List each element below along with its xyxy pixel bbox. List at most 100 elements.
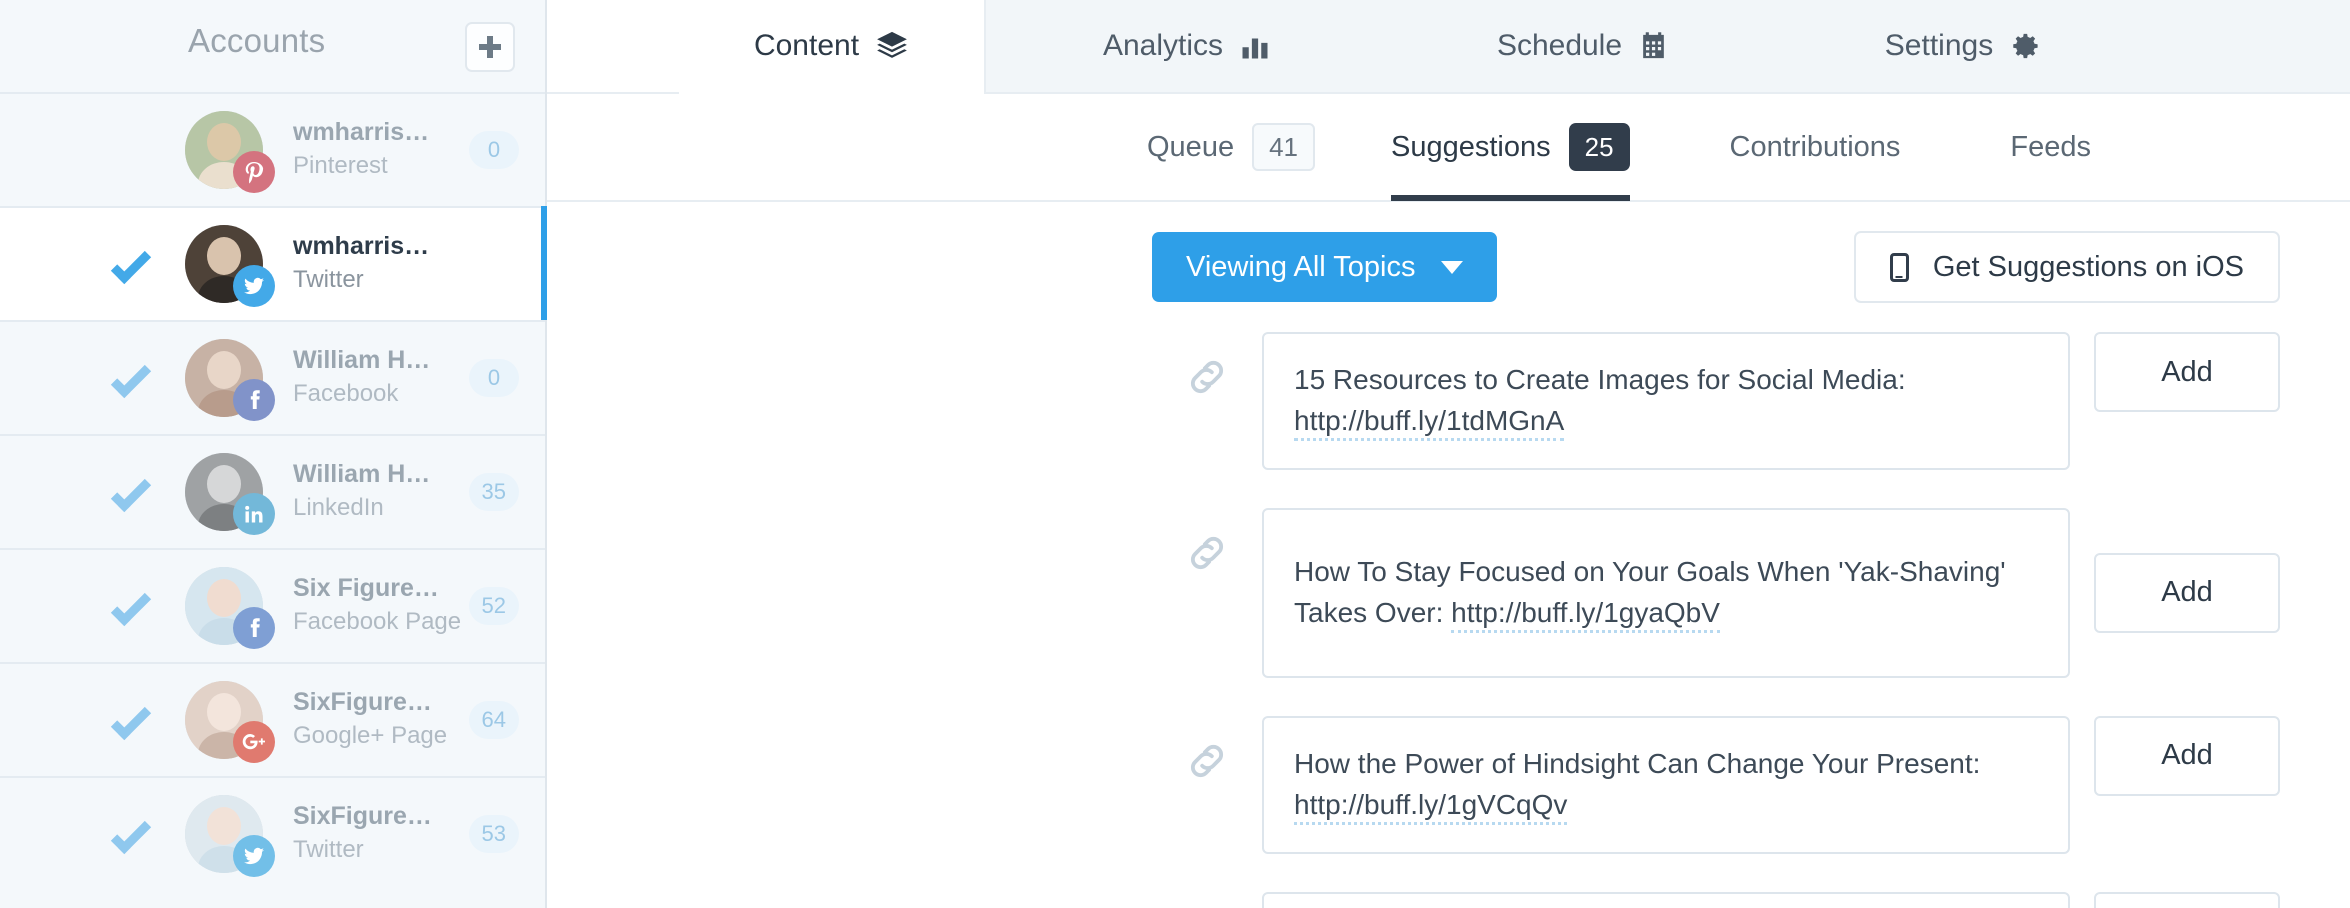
topnav-right-spacer (2148, 0, 2350, 92)
account-count-badge: 0 (469, 359, 519, 397)
account-row[interactable]: William Har... Facebook 0 (0, 320, 545, 434)
subtab-contributions-label: Contributions (1729, 130, 1901, 163)
account-network: Pinterest (293, 152, 388, 180)
add-button[interactable]: Add (2094, 891, 2280, 908)
account-name: SixFigureN... (293, 688, 443, 717)
account-row[interactable]: wmharris101 Twitter (0, 206, 547, 320)
gear-icon (2009, 30, 2041, 62)
get-suggestions-ios-label: Get Suggestions on iOS (1932, 250, 2244, 283)
table-row[interactable]: How To Stay Focused on Your Goals When '… (1152, 507, 2280, 678)
tab-content[interactable]: Content (679, 0, 984, 94)
account-count-badge: 35 (468, 473, 519, 511)
suggestions-toolbar: Viewing All Topics Get Suggestions on iO… (547, 202, 2350, 332)
avatar (185, 795, 275, 877)
avatar (185, 225, 275, 307)
top-navigation: Content Analytics Schedule Settings (547, 0, 2350, 94)
tab-settings-label: Settings (1884, 29, 1994, 62)
account-network: Twitter (293, 836, 364, 864)
check-icon[interactable] (110, 585, 152, 627)
account-network: Twitter (293, 266, 364, 294)
account-info: Six Figure N... Facebook Page (293, 573, 462, 639)
pinterest-icon (233, 151, 275, 193)
subtab-feeds[interactable]: Feeds (2010, 93, 2091, 201)
tab-schedule-label: Schedule (1496, 29, 1623, 62)
account-list: wmharris101 Pinterest 0 wmharris101 Twitter W… (0, 92, 547, 890)
account-info: SixFigureN... Google+ Page (293, 687, 447, 753)
account-name: William Har... (293, 346, 443, 375)
googleplus-icon (233, 721, 275, 763)
tab-analytics-label: Analytics (1102, 29, 1224, 62)
check-icon[interactable] (110, 699, 152, 741)
tab-schedule[interactable]: Schedule (1388, 0, 1778, 92)
tab-analytics[interactable]: Analytics (984, 0, 1388, 92)
twitter-icon (233, 835, 275, 877)
suggestion-text[interactable]: How the Power of Hindsight Can Change Yo… (1262, 715, 2070, 854)
link-icon (1152, 892, 1262, 908)
subtab-suggestions[interactable]: Suggestions 25 (1391, 93, 1630, 201)
account-row[interactable]: SixFigureN... Twitter 53 (0, 776, 545, 890)
subtab-suggestions-label: Suggestions (1391, 130, 1551, 163)
add-button[interactable]: Add (2094, 715, 2280, 796)
account-row[interactable]: Six Figure N... Facebook Page52 (0, 548, 545, 662)
account-count-badge: 53 (468, 815, 519, 853)
account-count-badge: 52 (468, 587, 519, 625)
table-row[interactable]: How the Power of Hindsight Can Change Yo… (1152, 715, 2280, 854)
tab-content-label: Content (753, 29, 860, 62)
twitter-icon (233, 265, 275, 307)
facebook-icon (233, 379, 275, 421)
suggestion-title: How the Power of Hindsight Can Change Yo… (1294, 747, 1981, 779)
layers-icon (875, 29, 909, 63)
table-row[interactable]: 15 Resources to Create Images for Social… (1152, 332, 2280, 470)
account-row[interactable]: SixFigureN... Google+ Page 64 (0, 662, 545, 776)
account-name: wmharris101 (293, 118, 443, 147)
chevron-down-icon (1441, 260, 1464, 274)
check-icon[interactable] (110, 243, 152, 285)
sub-navigation: Queue 41 Suggestions 25 Contributions Fe… (547, 94, 2350, 202)
suggestion-url[interactable]: http://buff.ly/1tdMGnA (1294, 404, 1565, 441)
sidebar-header: Accounts (0, 0, 545, 92)
suggestion-title: 15 Resources to Create Images for Social… (1294, 364, 1906, 395)
account-info: William Har... Facebook (293, 345, 443, 411)
link-icon (1152, 508, 1262, 576)
suggestion-text[interactable]: 15 Resources to Create Images for Social… (1262, 332, 2070, 470)
tab-settings[interactable]: Settings (1778, 0, 2148, 92)
add-account-button[interactable] (465, 22, 515, 72)
subtab-queue[interactable]: Queue 41 (1147, 93, 1315, 201)
subtab-feeds-label: Feeds (2010, 130, 2092, 163)
account-name: SixFigureN... (293, 802, 443, 831)
get-suggestions-ios-button[interactable]: Get Suggestions on iOS (1853, 231, 2280, 303)
check-icon[interactable] (110, 357, 152, 399)
avatar (185, 681, 275, 763)
table-row[interactable]: 5 Habits of People With Remarkable Willp… (1152, 891, 2280, 908)
check-icon[interactable] (110, 471, 152, 513)
accounts-sidebar: Accounts wmharris101 Pinterest 0 wmharris10… (0, 0, 547, 908)
avatar (185, 567, 275, 649)
suggestions-list: 15 Resources to Create Images for Social… (547, 332, 2350, 908)
account-name: William Har... (293, 460, 443, 489)
viewing-topics-button[interactable]: Viewing All Topics (1152, 232, 1498, 302)
avatar (185, 111, 275, 193)
check-icon[interactable] (110, 813, 152, 855)
add-button[interactable]: Add (2094, 332, 2280, 412)
suggestion-text[interactable]: 5 Habits of People With Remarkable Willp… (1262, 891, 2070, 908)
subtab-contributions[interactable]: Contributions (1730, 93, 1901, 201)
topnav-left-spacer (547, 0, 679, 92)
calendar-icon (1638, 31, 1669, 62)
suggestion-text[interactable]: How To Stay Focused on Your Goals When '… (1262, 507, 2070, 678)
subtab-queue-badge: 41 (1252, 123, 1315, 171)
account-row[interactable]: William Har... LinkedIn 35 (0, 434, 545, 548)
account-count-badge: 64 (468, 701, 519, 739)
page-title: Accounts (188, 22, 326, 59)
account-row[interactable]: wmharris101 Pinterest 0 (0, 92, 545, 206)
plus-icon (479, 36, 501, 58)
suggestion-url[interactable]: http://buff.ly/1gVCqQv (1294, 788, 1568, 825)
add-button[interactable]: Add (2094, 552, 2280, 633)
suggestion-url[interactable]: http://buff.ly/1gyaQbV (1451, 596, 1720, 633)
viewing-topics-label: Viewing All Topics (1186, 250, 1416, 283)
account-name: wmharris101 (293, 232, 443, 261)
account-network: Facebook Page (293, 608, 462, 636)
account-info: SixFigureN... Twitter (293, 801, 443, 867)
subtab-suggestions-badge: 25 (1568, 123, 1630, 171)
account-count-badge: 0 (469, 131, 519, 169)
account-name: Six Figure N... (293, 574, 443, 603)
